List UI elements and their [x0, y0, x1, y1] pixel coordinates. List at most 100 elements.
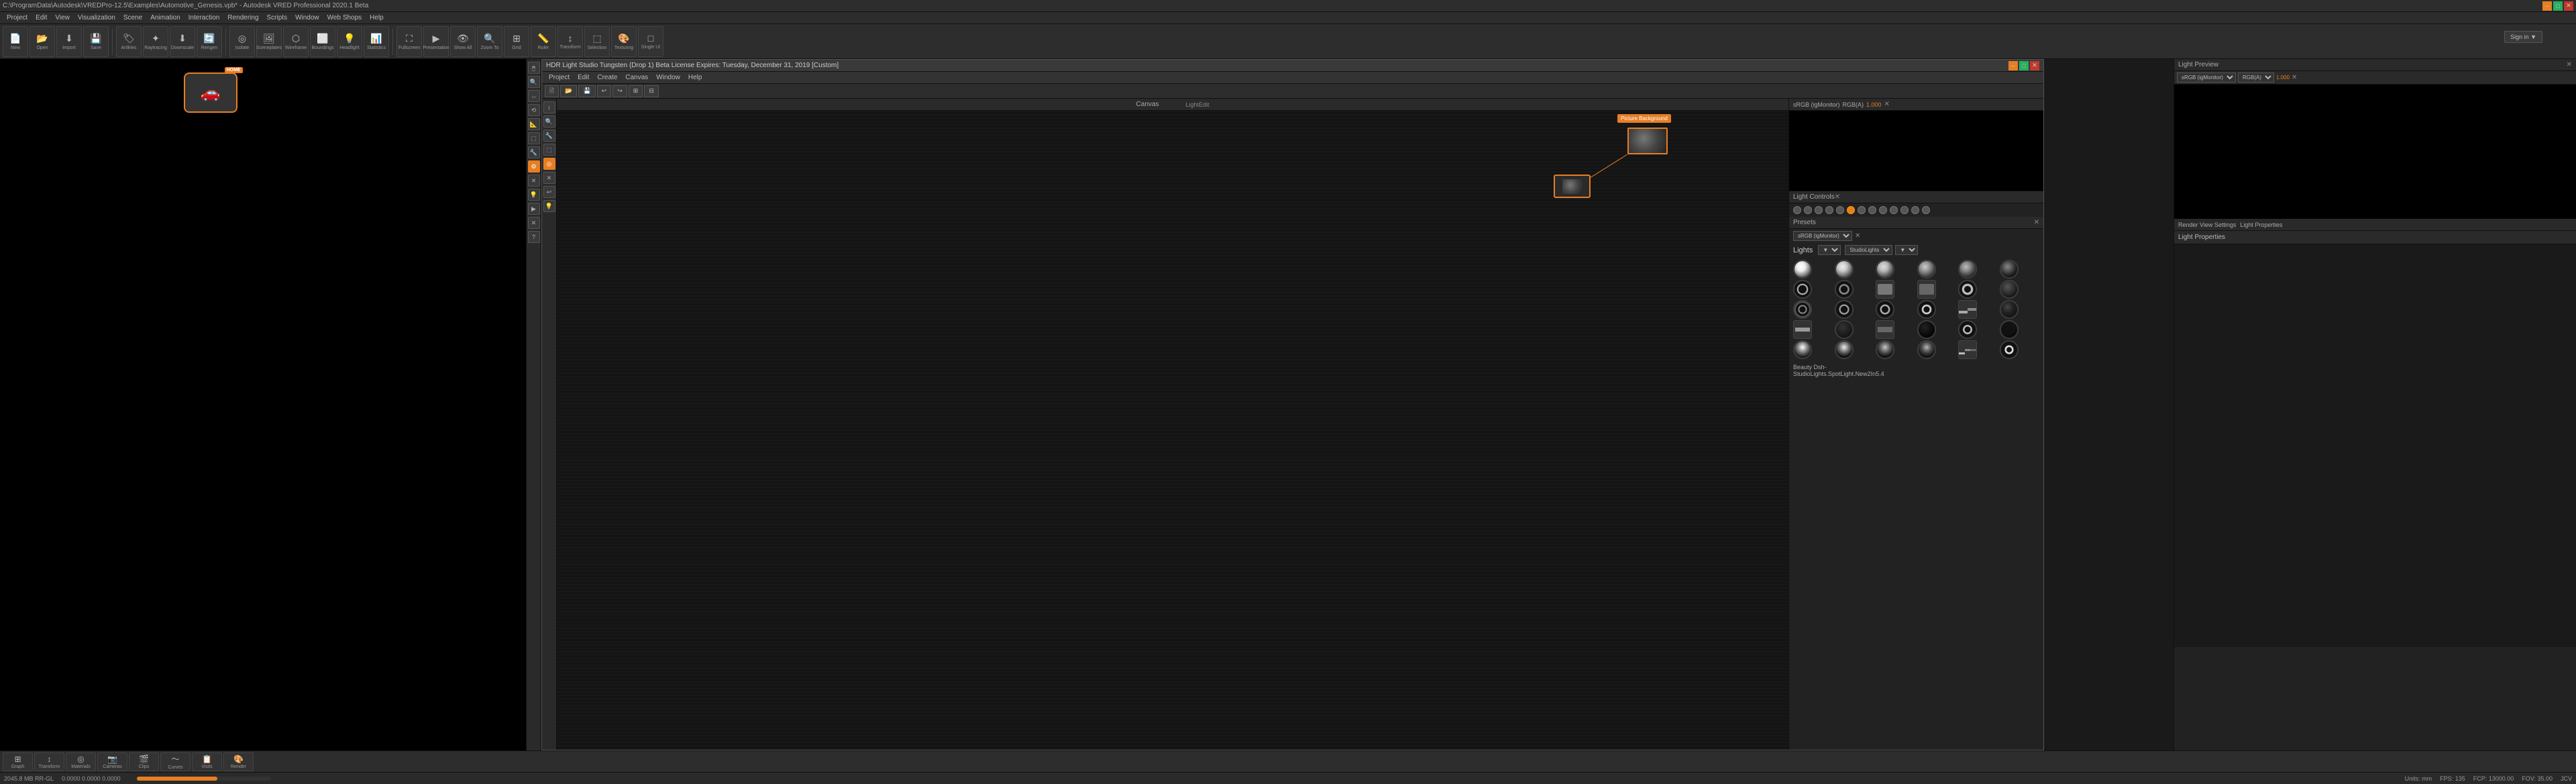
- hdr-menu-edit[interactable]: Edit: [574, 74, 593, 81]
- light-thumb-27[interactable]: [1876, 340, 1894, 359]
- dot-1[interactable]: [1793, 206, 1801, 214]
- light-thumb-6[interactable]: [2000, 260, 2019, 279]
- sidebar-pan-icon[interactable]: ↔: [528, 90, 540, 102]
- dot-2[interactable]: [1804, 206, 1812, 214]
- menu-animation[interactable]: Animation: [146, 12, 184, 24]
- light-thumb-3[interactable]: [1876, 260, 1894, 279]
- dot-8[interactable]: [1868, 206, 1876, 214]
- bottom-curves-btn[interactable]: 〜 Curves: [160, 752, 191, 771]
- minimize-button[interactable]: ─: [2542, 1, 2552, 11]
- light-thumb-10[interactable]: [1917, 280, 1936, 299]
- light-thumb-26[interactable]: [1835, 340, 1854, 359]
- hdr-menu-window[interactable]: Window: [652, 74, 684, 81]
- studio-lights-dropdown[interactable]: StudioLights: [1845, 245, 1892, 255]
- toolbar-sceneplates[interactable]: 🖼Sceneplates: [256, 26, 282, 57]
- toolbar-isolate[interactable]: ◎Isolate: [229, 26, 255, 57]
- light-thumb-21[interactable]: [1876, 320, 1894, 339]
- dot-4[interactable]: [1825, 206, 1833, 214]
- maximize-button[interactable]: □: [2553, 1, 2563, 11]
- light-thumb-8[interactable]: [1835, 280, 1854, 299]
- hdr-menu-canvas[interactable]: Canvas: [621, 74, 652, 81]
- sidebar-close2-icon[interactable]: ✕: [528, 217, 540, 229]
- hdr-sidebar-7[interactable]: ↩: [543, 186, 555, 198]
- toolbar-downscale[interactable]: ⬇Downscale: [170, 26, 195, 57]
- menu-rendering[interactable]: Rendering: [223, 12, 262, 24]
- sidebar-bulb-icon[interactable]: 💡: [528, 189, 540, 201]
- light-thumb-28[interactable]: [1917, 340, 1936, 359]
- menu-scripts[interactable]: Scripts: [263, 12, 292, 24]
- light-thumb-23[interactable]: [1958, 320, 1977, 339]
- toolbar-wireframe[interactable]: ⬡Wireframe: [283, 26, 309, 57]
- light-thumb-7[interactable]: [1793, 280, 1812, 299]
- hdr-sidebar-3[interactable]: 🔧: [543, 130, 555, 142]
- bottom-visits-btn[interactable]: 📋 Visits: [192, 752, 222, 771]
- hdr-minimize-btn[interactable]: ─: [2008, 61, 2018, 70]
- dot-10[interactable]: [1890, 206, 1898, 214]
- dot-5[interactable]: [1836, 206, 1844, 214]
- canvas-thumbnail[interactable]: [1627, 128, 1668, 154]
- menu-project[interactable]: Project: [3, 12, 32, 24]
- light-thumb-2[interactable]: [1835, 260, 1854, 279]
- hdr-tool-4[interactable]: ↩: [597, 85, 612, 97]
- sidebar-light-icon[interactable]: ⚙: [528, 160, 540, 173]
- bottom-cameras-btn[interactable]: 📷 Cameras: [97, 752, 127, 771]
- color-bar-close[interactable]: ✕: [1884, 101, 1890, 108]
- hdr-maximize-btn[interactable]: □: [2019, 61, 2029, 70]
- hdr-close-btn[interactable]: ✕: [2030, 61, 2039, 70]
- hdr-tool-3[interactable]: 💾: [578, 85, 595, 97]
- light-thumb-17[interactable]: [1958, 300, 1977, 319]
- dot-12[interactable]: [1911, 206, 1919, 214]
- hdr-menu-help[interactable]: Help: [684, 74, 706, 81]
- dot-6[interactable]: [1847, 206, 1855, 214]
- close-button[interactable]: ✕: [2564, 1, 2573, 11]
- sidebar-close-icon[interactable]: ✕: [528, 175, 540, 187]
- light-thumb-15[interactable]: [1876, 300, 1894, 319]
- color-space-dropdown[interactable]: sRGB (igMonitor): [1793, 231, 1852, 241]
- toolbar-import[interactable]: ⬇Import: [56, 26, 82, 57]
- hdr-sidebar-4[interactable]: ⬚: [543, 144, 555, 156]
- toolbar-single-ui[interactable]: □Single UI: [638, 26, 663, 57]
- light-thumb-22[interactable]: [1917, 320, 1936, 339]
- hdr-sidebar-6[interactable]: ✕: [543, 172, 555, 184]
- hdr-menu-create[interactable]: Create: [593, 74, 621, 81]
- hdr-tool-7[interactable]: ⊟: [644, 85, 659, 97]
- lp-rgb-dropdown[interactable]: RGB(A): [2238, 72, 2274, 83]
- hdr-canvas-content[interactable]: Picture Background: [557, 111, 1788, 750]
- light-thumb-24[interactable]: [2000, 320, 2019, 339]
- toolbar-grid[interactable]: ⊞Grid: [504, 26, 529, 57]
- light-thumb-12[interactable]: [2000, 280, 2019, 299]
- toolbar-artikles[interactable]: 🏷Artikles: [116, 26, 142, 57]
- menu-view[interactable]: View: [51, 12, 74, 24]
- dot-3[interactable]: [1815, 206, 1823, 214]
- toolbar-open[interactable]: 📂Open: [30, 26, 55, 57]
- menu-help[interactable]: Help: [366, 12, 388, 24]
- toolbar-fullscreen[interactable]: ⛶Fullscreen: [396, 26, 422, 57]
- menu-scene[interactable]: Scene: [119, 12, 146, 24]
- toolbar-headlight[interactable]: 💡Headlight: [337, 26, 362, 57]
- light-thumb-18[interactable]: [2000, 300, 2019, 319]
- menu-edit[interactable]: Edit: [32, 12, 51, 24]
- light-controls-close[interactable]: ✕: [1835, 193, 1840, 201]
- light-thumb-4[interactable]: [1917, 260, 1936, 279]
- toolbar-new[interactable]: 📄New: [3, 26, 28, 57]
- bottom-materials-btn[interactable]: ◎ Materials: [66, 752, 96, 771]
- dot-13[interactable]: [1922, 206, 1930, 214]
- toolbar-statistics[interactable]: 📊Statistics: [364, 26, 389, 57]
- toolbar-show-all[interactable]: 👁Show All: [450, 26, 476, 57]
- sign-in-button[interactable]: Sign in ▼: [2504, 31, 2542, 43]
- sidebar-settings-icon[interactable]: 🔧: [528, 146, 540, 158]
- lp-color-close[interactable]: ✕: [2292, 74, 2297, 81]
- light-thumb-30[interactable]: [2000, 340, 2019, 359]
- sidebar-zoom-icon[interactable]: 🔍: [528, 76, 540, 88]
- light-thumb-5[interactable]: [1958, 260, 1977, 279]
- menu-visualization[interactable]: Visualization: [74, 12, 119, 24]
- light-thumb-29[interactable]: [1958, 340, 1977, 359]
- light-thumb-14[interactable]: [1835, 300, 1854, 319]
- color-sel-close[interactable]: ✕: [1855, 232, 1860, 240]
- toolbar-zoom-to[interactable]: 🔍Zoom To: [477, 26, 502, 57]
- menu-interaction[interactable]: Interaction: [184, 12, 224, 24]
- sidebar-mouse-icon[interactable]: 🖱: [528, 62, 540, 74]
- sidebar-measure-icon[interactable]: 📐: [528, 118, 540, 130]
- dot-9[interactable]: [1879, 206, 1887, 214]
- bottom-clips-btn[interactable]: 🎬 Clips: [129, 752, 159, 771]
